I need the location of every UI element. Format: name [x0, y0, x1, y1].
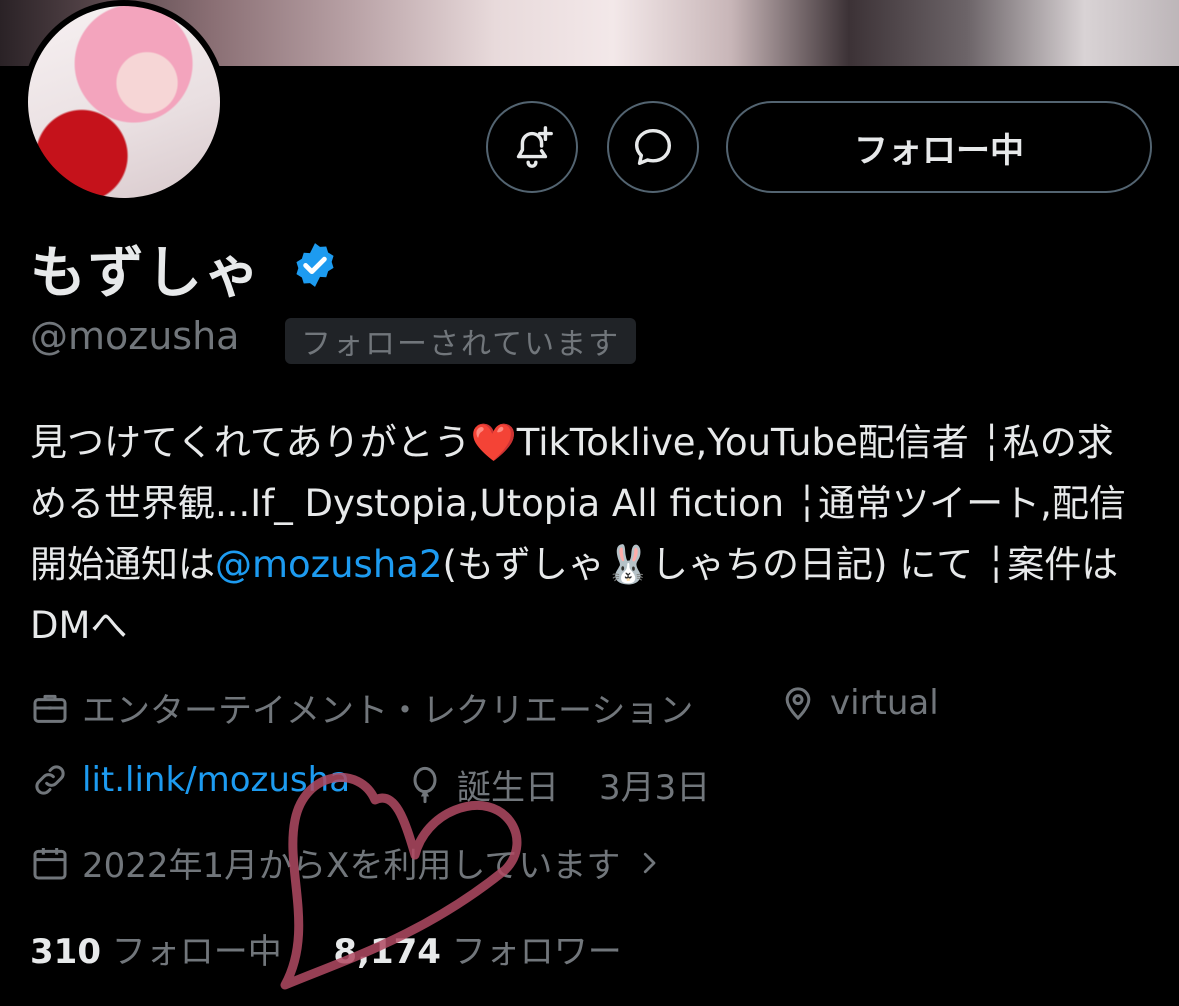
- rabbit-emoji: 🐰: [604, 543, 652, 586]
- follows-you-badge: フォローされています: [285, 318, 637, 364]
- link-icon: [35, 765, 65, 795]
- category-text: エンターテイメント・レクリエーション: [82, 691, 694, 731]
- avatar-image: [28, 6, 220, 198]
- profile-stats: 310 フォロー中 8,174 フォロワー: [30, 924, 622, 973]
- notification-button[interactable]: [486, 101, 578, 193]
- location-text: virtual: [830, 683, 939, 723]
- followers-link[interactable]: 8,174 フォロワー: [333, 932, 621, 972]
- followers-label: フォロワー: [451, 932, 622, 972]
- profile-name: もずしゃ: [30, 241, 262, 306]
- profile-website[interactable]: lit.link/mozusha: [30, 760, 350, 800]
- message-icon: [634, 128, 672, 166]
- birthday-date: 3月3日: [599, 768, 711, 808]
- followers-count: 8,174: [333, 932, 441, 972]
- location-pin-icon: [785, 687, 811, 721]
- profile-bio: 見つけてくれてありがとう❤️TikToklive,YouTube配信者 ╎私の求…: [30, 412, 1140, 656]
- birthday-label: 誕生日: [457, 768, 559, 808]
- notification-bell-plus-icon: [516, 126, 553, 168]
- verified-badge-icon: [296, 243, 334, 287]
- profile-birthday: 誕生日 3月3日: [405, 760, 710, 809]
- following-button[interactable]: フォロー中: [726, 101, 1152, 193]
- profile-location: virtual: [778, 683, 939, 723]
- chevron-right-icon: [644, 852, 656, 873]
- message-button[interactable]: [607, 101, 699, 193]
- bio-text: 見つけてくれてありがとう: [30, 421, 471, 464]
- bio-text: (もずしゃ: [442, 543, 605, 586]
- following-count: 310: [30, 932, 101, 972]
- calendar-icon: [33, 847, 67, 879]
- website-link[interactable]: lit.link/mozusha: [82, 760, 350, 800]
- heart-emoji: ❤️: [470, 421, 517, 464]
- balloon-icon: [413, 766, 437, 803]
- profile-category: エンターテイメント・レクリエーション: [30, 683, 693, 732]
- avatar[interactable]: [22, 0, 226, 204]
- following-link[interactable]: 310 フォロー中: [30, 932, 282, 972]
- profile-joined[interactable]: 2022年1月からXを利用しています: [30, 838, 676, 887]
- briefcase-icon: [33, 694, 67, 723]
- bio-mention-link[interactable]: @mozusha2: [215, 543, 443, 586]
- joined-text: 2022年1月からXを利用しています: [82, 846, 621, 886]
- profile-handle: @mozusha: [30, 314, 240, 358]
- following-label: フォロー中: [111, 932, 282, 972]
